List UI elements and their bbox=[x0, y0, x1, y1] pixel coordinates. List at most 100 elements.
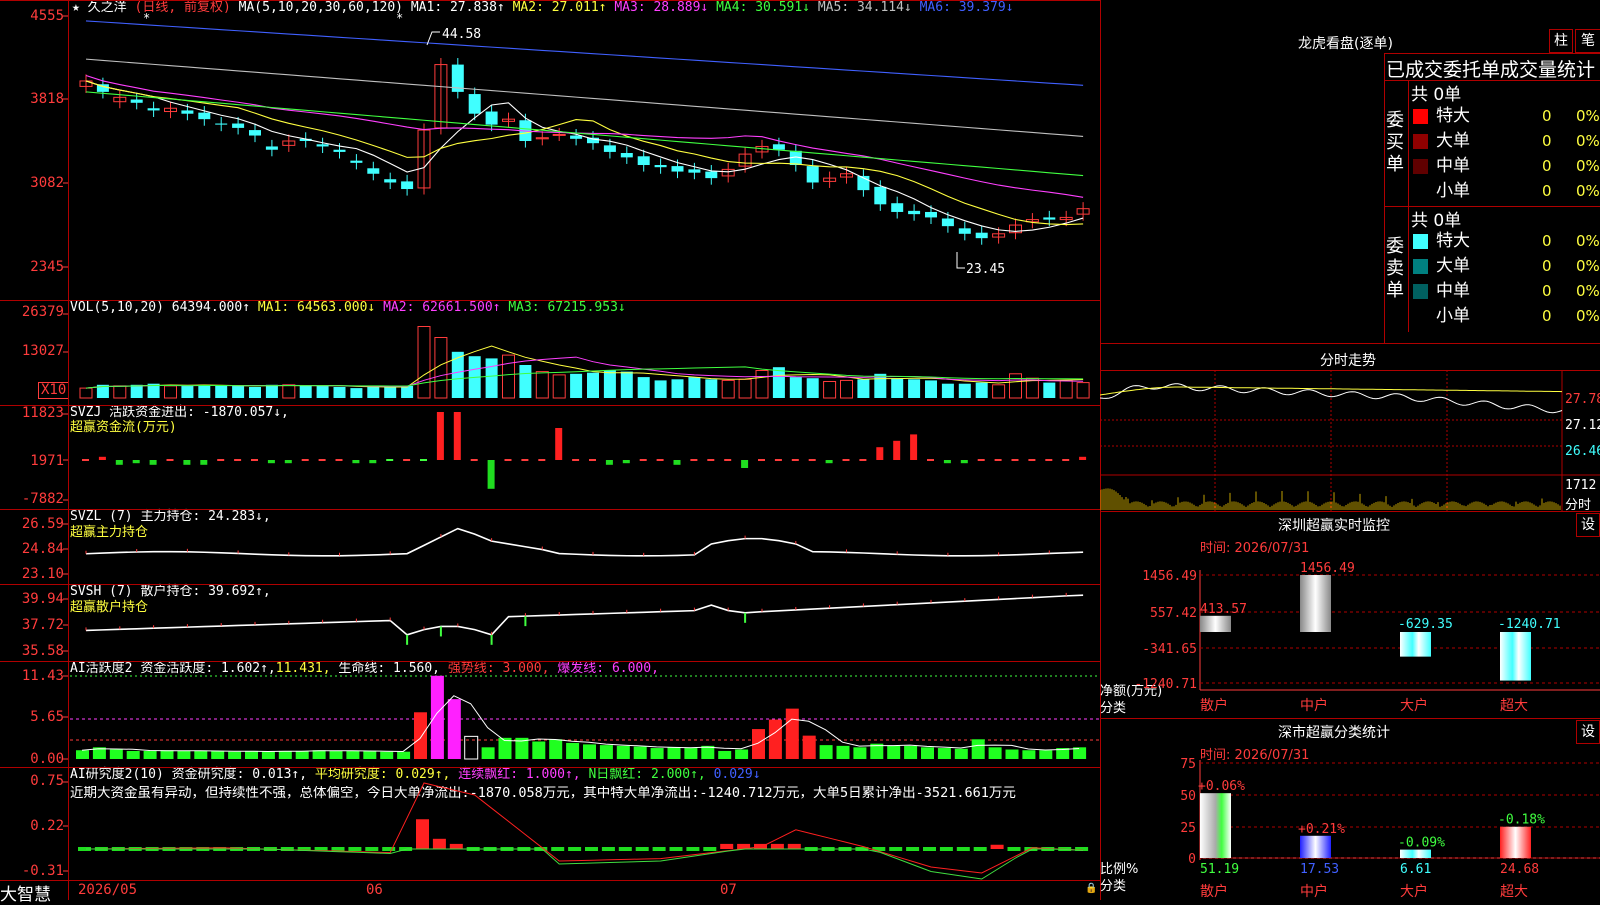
volume-bar bbox=[215, 385, 228, 398]
ai1-bar bbox=[278, 750, 292, 759]
candle-down bbox=[941, 218, 954, 227]
candle-down bbox=[671, 166, 684, 172]
candle-down bbox=[620, 153, 633, 158]
flow-dash bbox=[82, 459, 89, 461]
ai2-bar bbox=[973, 847, 987, 851]
flow-bar-out bbox=[673, 460, 681, 465]
ai1-bar bbox=[126, 750, 140, 759]
volume-bar bbox=[130, 384, 143, 398]
monitor-y-tick: -341.65 bbox=[1142, 642, 1197, 657]
ai2-bar bbox=[568, 847, 582, 851]
stats-category: 中户 bbox=[1300, 883, 1328, 900]
candle-down bbox=[367, 168, 380, 174]
ai1-bar bbox=[397, 751, 411, 759]
stats-y-tick: 0 bbox=[1188, 852, 1196, 867]
ai1-bar bbox=[667, 747, 681, 759]
candle-down bbox=[468, 94, 481, 114]
ai1-bar bbox=[819, 745, 833, 759]
volume-bar bbox=[485, 358, 498, 398]
volume-bar bbox=[772, 367, 785, 398]
volume-bar bbox=[535, 371, 549, 399]
flow-dash bbox=[521, 459, 529, 461]
monitor-category: 大户 bbox=[1400, 697, 1428, 714]
candle-down bbox=[350, 160, 363, 163]
candle-down bbox=[249, 130, 261, 136]
flow-bar-out bbox=[369, 460, 377, 464]
ai2-bar bbox=[348, 847, 362, 851]
ai1-bar bbox=[430, 675, 444, 759]
monitor-value-label: -629.35 bbox=[1398, 617, 1453, 632]
ai1-bar bbox=[363, 750, 377, 759]
ai1-bar bbox=[532, 741, 546, 759]
candle-down bbox=[485, 111, 498, 125]
candle-up bbox=[552, 133, 566, 136]
ai2-bar bbox=[365, 847, 379, 851]
stats-change-label: -0.18% bbox=[1498, 813, 1545, 828]
ai2-bar bbox=[669, 847, 683, 851]
stats-change-label: +0.21% bbox=[1298, 822, 1345, 837]
ai2-bar bbox=[432, 838, 446, 849]
ai1-bar bbox=[616, 745, 630, 759]
ai1-bar bbox=[785, 708, 799, 759]
candle-down bbox=[806, 166, 819, 183]
ma6-line bbox=[85, 20, 1084, 86]
flow-bar-out bbox=[352, 460, 360, 464]
volume-bar bbox=[316, 385, 329, 398]
flow-bar-in bbox=[453, 412, 461, 460]
ai1-bar bbox=[160, 750, 174, 759]
ai1-bar bbox=[177, 750, 191, 759]
monitor-value-label: 1456.49 bbox=[1300, 561, 1355, 576]
candle-down bbox=[975, 232, 988, 239]
right-chart-canvas[interactable]: 1456.49 557.42 -341.65 -1240.71 413.57 散户 1456… bbox=[1100, 0, 1600, 900]
volume-bar bbox=[637, 377, 650, 398]
ai1-bar bbox=[718, 750, 732, 759]
marker-dot: * bbox=[143, 11, 150, 25]
flow-dash bbox=[774, 459, 782, 461]
candle-down bbox=[198, 112, 211, 120]
ai2-bar bbox=[939, 847, 953, 851]
volume-bar bbox=[975, 382, 988, 398]
ai1-bar bbox=[109, 749, 123, 759]
candle-down bbox=[265, 146, 278, 150]
flow-bar-in bbox=[876, 447, 884, 460]
volume-bar bbox=[941, 383, 954, 398]
flow-dash bbox=[656, 459, 664, 461]
volume-bar bbox=[654, 380, 667, 398]
flow-bar-out bbox=[200, 460, 208, 465]
flow-bar-in bbox=[1079, 456, 1087, 460]
candle-down bbox=[316, 144, 329, 147]
marker-dot: * bbox=[396, 11, 403, 25]
flow-dash bbox=[859, 459, 867, 461]
ai1-bar bbox=[599, 745, 613, 759]
volume-bar bbox=[620, 371, 633, 398]
flow-bar-in bbox=[910, 434, 918, 460]
ai2-bar bbox=[872, 847, 886, 851]
flow-bar-out bbox=[960, 460, 968, 464]
ai1-life-line bbox=[81, 695, 1080, 752]
ai2-bar bbox=[770, 843, 784, 849]
stats-value-label: 24.68 bbox=[1500, 862, 1539, 877]
ai1-bar bbox=[295, 750, 309, 759]
ai2-bar bbox=[720, 843, 734, 849]
ai1-bar bbox=[228, 751, 242, 759]
flow-dash bbox=[403, 459, 411, 461]
volume-bar bbox=[587, 372, 599, 398]
flow-dash bbox=[504, 459, 512, 461]
monitor-bar bbox=[1400, 632, 1431, 657]
flow-dash bbox=[1062, 459, 1070, 461]
flow-dash bbox=[724, 459, 732, 461]
ai1-bar bbox=[194, 750, 208, 759]
flow-dash bbox=[470, 459, 478, 461]
ai2-bar bbox=[1007, 847, 1021, 851]
candle-down bbox=[705, 171, 718, 179]
stats-y-tick: 75 bbox=[1180, 757, 1196, 772]
volume-bar bbox=[874, 373, 887, 398]
ai1-bar bbox=[904, 745, 918, 759]
candle-down bbox=[874, 186, 887, 205]
ai1-bar bbox=[768, 719, 782, 759]
chart-canvas[interactable]: 44.58 23.45 * * bbox=[0, 0, 1100, 900]
stats-value-label: 6.61 bbox=[1400, 862, 1431, 877]
volume-bar bbox=[265, 384, 278, 398]
monitor-y-tick: 1456.49 bbox=[1142, 569, 1197, 584]
volume-bar bbox=[823, 381, 837, 399]
